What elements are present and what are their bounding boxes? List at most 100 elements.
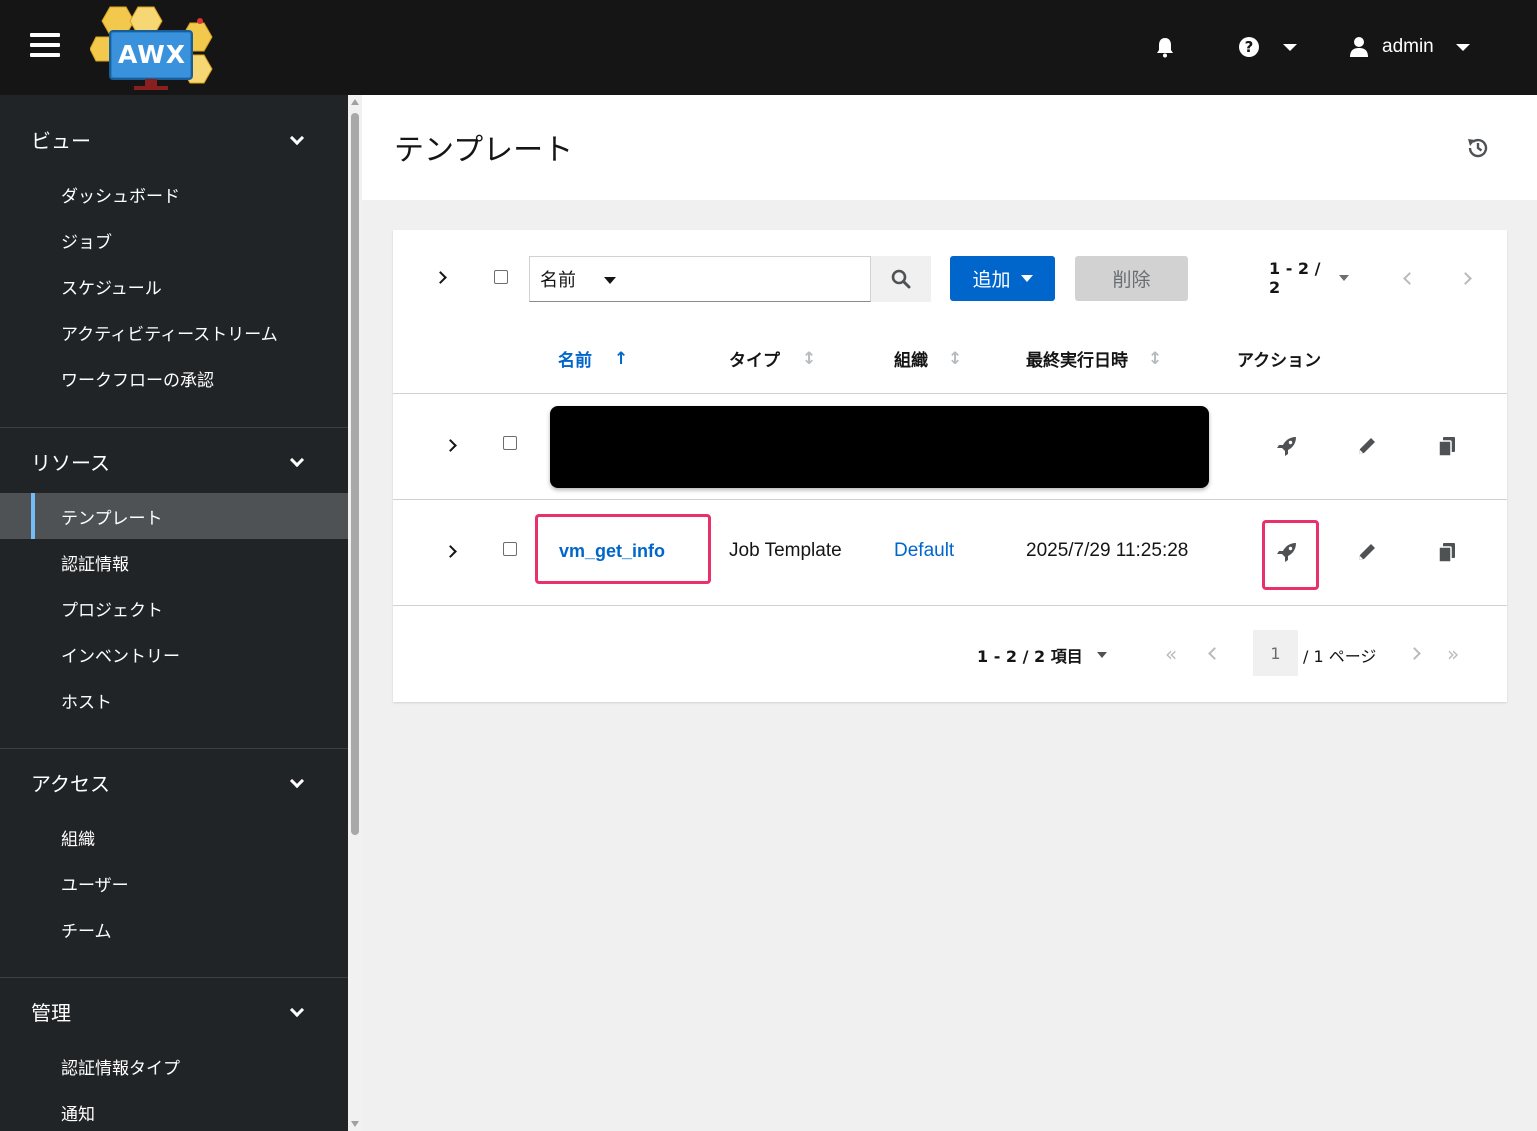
sidebar-item-label: 認証情報タイプ <box>61 1058 180 1079</box>
delete-button-label: 削除 <box>1112 269 1151 291</box>
column-header-actions: アクション <box>1237 346 1321 371</box>
add-button-label: 追加 <box>972 269 1011 291</box>
sidebar-item-label: インベントリー <box>61 646 180 667</box>
row-expand-chevron-icon[interactable] <box>444 439 457 452</box>
sidebar-item-organizations[interactable]: 組織 <box>0 814 348 860</box>
sidebar-item-templates[interactable]: テンプレート <box>0 493 348 539</box>
sidebar-item-label: ジョブ <box>61 232 112 253</box>
pagination-range: 1 - 2 / 2 <box>1269 259 1321 297</box>
sidebar-item-workflow-approvals[interactable]: ワークフローの承認 <box>0 355 348 401</box>
user-dropdown[interactable]: admin <box>1348 30 1478 64</box>
sidebar-item-label: チーム <box>61 921 112 942</box>
pagination-toggle-top[interactable]: 1 - 2 / 2 <box>1269 259 1349 297</box>
page-total-text: / 1 ページ <box>1303 647 1377 666</box>
masthead: AWX ? admin <box>0 0 1537 95</box>
sidebar-item-label: ワークフローの承認 <box>61 370 214 391</box>
nav-group-title-access[interactable]: アクセス <box>0 750 348 814</box>
redacted-row-content <box>550 406 1209 488</box>
nav-group-label: ビュー <box>31 128 91 153</box>
divider <box>393 393 1507 394</box>
next-page-icon[interactable] <box>1459 272 1472 285</box>
chevron-down-icon <box>1283 43 1297 51</box>
launch-rocket-icon[interactable] <box>1275 434 1299 458</box>
sidebar-item-notifications[interactable]: 通知 <box>0 1089 348 1131</box>
hamburger-icon[interactable] <box>30 33 60 61</box>
pagination-toggle-bottom[interactable]: 1 - 2 / 2 項目 <box>977 643 1107 667</box>
sidebar-item-label: プロジェクト <box>61 600 163 621</box>
column-label: 組織 <box>894 351 928 371</box>
history-icon[interactable] <box>1465 135 1491 161</box>
filter-field-select[interactable]: 名前 <box>529 256 639 302</box>
copy-icon[interactable] <box>1435 540 1459 564</box>
row-expand-chevron-icon[interactable] <box>444 545 457 558</box>
row-checkbox[interactable] <box>503 436 517 450</box>
column-label: アクション <box>1237 351 1322 371</box>
search-button[interactable] <box>871 256 931 302</box>
select-all-checkbox[interactable] <box>494 270 508 284</box>
column-header-organization[interactable]: 組織 ↕ <box>894 346 962 372</box>
next-page-icon[interactable] <box>1408 647 1421 660</box>
copy-icon[interactable] <box>1435 434 1459 458</box>
sidebar-item-projects[interactable]: プロジェクト <box>0 585 348 631</box>
svg-text:?: ? <box>1245 38 1254 56</box>
add-button[interactable]: 追加 <box>950 256 1055 301</box>
column-header-type[interactable]: タイプ ↕ <box>729 346 816 372</box>
column-label: 名前 <box>558 351 592 371</box>
scroll-down-arrow-icon[interactable] <box>351 1121 359 1127</box>
nav-group-title-views[interactable]: ビュー <box>0 107 348 171</box>
divider <box>393 605 1507 606</box>
logo-text: AWX <box>118 40 187 69</box>
scrollbar-thumb[interactable] <box>351 113 359 835</box>
sort-icon: ↕ <box>1148 348 1163 369</box>
nav-group-title-resources[interactable]: リソース <box>0 429 348 493</box>
page-header: テンプレート <box>362 95 1537 200</box>
sidebar-item-teams[interactable]: チーム <box>0 906 348 952</box>
sidebar-item-jobs[interactable]: ジョブ <box>0 217 348 263</box>
question-circle-icon: ? <box>1239 37 1259 57</box>
sidebar-item-label: テンプレート <box>61 508 163 529</box>
scroll-up-arrow-icon[interactable] <box>351 99 359 105</box>
bell-icon[interactable] <box>1153 35 1177 59</box>
column-header-name[interactable]: 名前 ↑ <box>558 346 629 372</box>
expand-all-chevron-icon[interactable] <box>434 271 447 284</box>
filter-field-value: 名前 <box>540 270 576 291</box>
templates-card: 名前 追加 削除 1 - 2 / 2 名前 ↑ タイプ ↕ 組織 ↕ 最終実行日… <box>393 230 1507 702</box>
search-input[interactable] <box>638 256 871 302</box>
prev-page-icon[interactable] <box>1208 647 1221 660</box>
prev-page-icon[interactable] <box>1403 272 1416 285</box>
sidebar-item-inventories[interactable]: インベントリー <box>0 631 348 677</box>
launch-rocket-icon[interactable] <box>1275 540 1299 564</box>
last-run-datetime: 2025/7/29 11:25:28 <box>1026 540 1189 561</box>
awx-logo[interactable]: AWX <box>89 5 215 93</box>
chevron-down-icon <box>289 130 305 146</box>
sidebar-item-activity-stream[interactable]: アクティビティーストリーム <box>0 309 348 355</box>
chevron-down-icon <box>289 452 305 468</box>
page-number-input[interactable]: 1 <box>1253 630 1298 676</box>
last-page-icon[interactable]: » <box>1447 642 1459 666</box>
sidebar-item-credentials[interactable]: 認証情報 <box>0 539 348 585</box>
search-icon <box>891 269 911 289</box>
template-name-link[interactable]: vm_get_info <box>559 541 665 562</box>
sidebar-item-dashboard[interactable]: ダッシュボード <box>0 171 348 217</box>
sidebar-item-credential-types[interactable]: 認証情報タイプ <box>0 1043 348 1089</box>
edit-pencil-icon[interactable] <box>1355 540 1379 564</box>
chevron-down-icon <box>289 773 305 789</box>
divider <box>393 499 1507 500</box>
sort-ascending-icon: ↑ <box>614 348 629 369</box>
column-label: タイプ <box>729 351 780 371</box>
sidebar-item-hosts[interactable]: ホスト <box>0 677 348 723</box>
organization-link[interactable]: Default <box>894 540 954 562</box>
row-checkbox[interactable] <box>503 542 517 556</box>
nav-group-title-administration[interactable]: 管理 <box>0 979 348 1043</box>
sidebar-item-schedules[interactable]: スケジュール <box>0 263 348 309</box>
first-page-icon[interactable]: « <box>1165 642 1177 666</box>
delete-button[interactable]: 削除 <box>1075 256 1188 301</box>
edit-pencil-icon[interactable] <box>1355 434 1379 458</box>
user-icon <box>1350 37 1368 57</box>
sidebar-item-users[interactable]: ユーザー <box>0 860 348 906</box>
user-name: admin <box>1382 36 1434 57</box>
help-dropdown[interactable]: ? <box>1237 35 1303 59</box>
column-header-last-run[interactable]: 最終実行日時 ↕ <box>1026 346 1163 372</box>
sidebar-item-label: 通知 <box>61 1104 95 1125</box>
sidebar-scrollbar[interactable] <box>348 95 362 1131</box>
